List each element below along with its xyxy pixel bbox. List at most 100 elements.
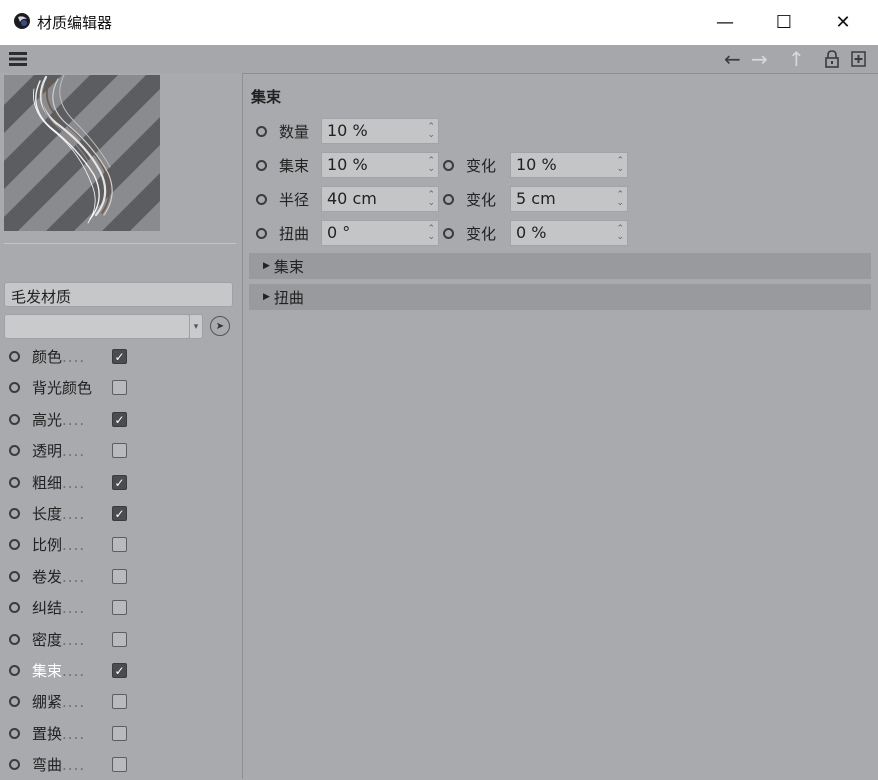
channel-item[interactable]: 比例.... [0, 529, 127, 560]
channel-item[interactable]: 密度.... [0, 624, 127, 655]
animate-radio[interactable] [443, 159, 454, 171]
animate-radio[interactable] [256, 159, 267, 171]
animate-radio[interactable] [9, 445, 20, 456]
animate-radio[interactable] [9, 477, 20, 488]
layer-dropdown[interactable] [4, 314, 190, 339]
param-row-cluster: 集束 10 % ⌃ ⌄ 变化 10 % ⌃ ⌄ [256, 151, 628, 179]
channel-name: 粗细 [32, 474, 63, 492]
channel-item[interactable]: 集束.... ✓ [0, 655, 127, 686]
channel-checkbox[interactable] [112, 537, 127, 552]
material-preview[interactable] [4, 75, 160, 231]
channel-label[interactable]: 长度.... [32, 503, 112, 524]
subsection-cluster[interactable]: ▶ 集束 [249, 253, 871, 279]
animate-radio[interactable] [443, 227, 454, 239]
animate-radio[interactable] [9, 602, 20, 613]
back-arrow-icon[interactable]: ← [724, 49, 741, 69]
channel-item[interactable]: 颜色.... ✓ [0, 341, 127, 372]
cluster-variation-input[interactable]: 10 % ⌃ ⌄ [510, 152, 628, 178]
channel-item[interactable]: 纠结.... [0, 592, 127, 623]
subsection-label: 扭曲 [273, 288, 304, 307]
channel-label[interactable]: 高光.... [32, 409, 112, 430]
channel-name: 卷发 [32, 568, 63, 586]
channel-checkbox[interactable] [112, 600, 127, 615]
channel-item[interactable]: 绷紧.... [0, 686, 127, 717]
channel-label[interactable]: 粗细.... [32, 472, 112, 493]
channel-label[interactable]: 卷发.... [32, 566, 112, 587]
channel-checkbox[interactable] [112, 443, 127, 458]
pick-cursor-icon[interactable]: ➤ [210, 316, 230, 336]
radius-variation-input[interactable]: 5 cm ⌃ ⌄ [510, 186, 628, 212]
channel-item[interactable]: 高光.... ✓ [0, 404, 127, 435]
channel-item[interactable]: 弯曲.... [0, 749, 127, 780]
channel-item[interactable]: 置换.... [0, 718, 127, 749]
channel-label[interactable]: 背光颜色 [32, 377, 112, 398]
animate-radio[interactable] [9, 759, 20, 770]
twist-input[interactable]: 0 ° ⌃ ⌄ [321, 220, 439, 246]
cluster-input[interactable]: 10 % ⌃ ⌄ [321, 152, 439, 178]
animate-radio[interactable] [9, 414, 20, 425]
channel-label[interactable]: 比例.... [32, 534, 112, 555]
spinner-icon[interactable]: ⌃ ⌄ [427, 225, 435, 242]
channel-item[interactable]: 长度.... ✓ [0, 498, 127, 529]
channel-checkbox[interactable]: ✓ [112, 506, 127, 521]
channel-checkbox[interactable]: ✓ [112, 475, 127, 490]
channel-checkbox[interactable] [112, 726, 127, 741]
channel-label[interactable]: 置换.... [32, 723, 112, 744]
animate-radio[interactable] [443, 193, 454, 205]
channel-checkbox[interactable]: ✓ [112, 663, 127, 678]
lock-icon[interactable] [825, 50, 839, 68]
spinner-icon[interactable]: ⌃ ⌄ [427, 191, 435, 208]
channel-label[interactable]: 纠结.... [32, 597, 112, 618]
minimize-button[interactable]: — [696, 0, 754, 45]
animate-radio[interactable] [9, 351, 20, 362]
animate-radio[interactable] [9, 728, 20, 739]
animate-radio[interactable] [9, 539, 20, 550]
menu-icon[interactable] [9, 51, 27, 67]
animate-radio[interactable] [9, 696, 20, 707]
param-row-twist: 扭曲 0 ° ⌃ ⌄ 变化 0 % ⌃ ⌄ [256, 219, 628, 247]
channel-checkbox[interactable]: ✓ [112, 349, 127, 364]
spinner-icon[interactable]: ⌃ ⌄ [616, 225, 624, 242]
material-name-field[interactable]: 毛发材质 [4, 282, 233, 307]
spinner-icon[interactable]: ⌃ ⌄ [427, 123, 435, 140]
channel-item[interactable]: 背光颜色 [0, 372, 127, 403]
animate-radio[interactable] [256, 125, 267, 137]
subsection-twist[interactable]: ▶ 扭曲 [249, 284, 871, 310]
spinner-icon[interactable]: ⌃ ⌄ [616, 191, 624, 208]
expand-triangle-icon[interactable]: ▶ [263, 292, 270, 302]
animate-radio[interactable] [9, 571, 20, 582]
animate-radio[interactable] [9, 665, 20, 676]
new-window-icon[interactable] [851, 51, 866, 67]
channel-item[interactable]: 卷发.... [0, 561, 127, 592]
channel-checkbox[interactable] [112, 694, 127, 709]
spinner-icon[interactable]: ⌃ ⌄ [427, 157, 435, 174]
animate-radio[interactable] [256, 193, 267, 205]
forward-arrow-icon[interactable]: → [751, 49, 768, 69]
spinner-icon[interactable]: ⌃ ⌄ [616, 157, 624, 174]
close-button[interactable]: ✕ [814, 0, 872, 45]
animate-radio[interactable] [256, 227, 267, 239]
expand-triangle-icon[interactable]: ▶ [263, 261, 270, 271]
channel-checkbox[interactable] [112, 632, 127, 647]
channel-checkbox[interactable] [112, 757, 127, 772]
channel-checkbox[interactable]: ✓ [112, 412, 127, 427]
amount-input[interactable]: 10 % ⌃ ⌄ [321, 118, 439, 144]
channel-label[interactable]: 颜色.... [32, 346, 112, 367]
twist-variation-input[interactable]: 0 % ⌃ ⌄ [510, 220, 628, 246]
channel-checkbox[interactable] [112, 380, 127, 395]
channel-label[interactable]: 密度.... [32, 629, 112, 650]
up-arrow-icon[interactable]: ↑ [788, 49, 805, 69]
channel-label[interactable]: 弯曲.... [32, 754, 112, 775]
radius-input[interactable]: 40 cm ⌃ ⌄ [321, 186, 439, 212]
animate-radio[interactable] [9, 634, 20, 645]
animate-radio[interactable] [9, 382, 20, 393]
channel-label[interactable]: 集束.... [32, 660, 112, 681]
channel-label[interactable]: 绷紧.... [32, 691, 112, 712]
channel-item[interactable]: 粗细.... ✓ [0, 467, 127, 498]
channel-checkbox[interactable] [112, 569, 127, 584]
chevron-down-icon[interactable]: ▾ [189, 314, 203, 339]
maximize-button[interactable]: ☐ [755, 0, 813, 45]
channel-label[interactable]: 透明.... [32, 440, 112, 461]
channel-item[interactable]: 透明.... [0, 435, 127, 466]
animate-radio[interactable] [9, 508, 20, 519]
